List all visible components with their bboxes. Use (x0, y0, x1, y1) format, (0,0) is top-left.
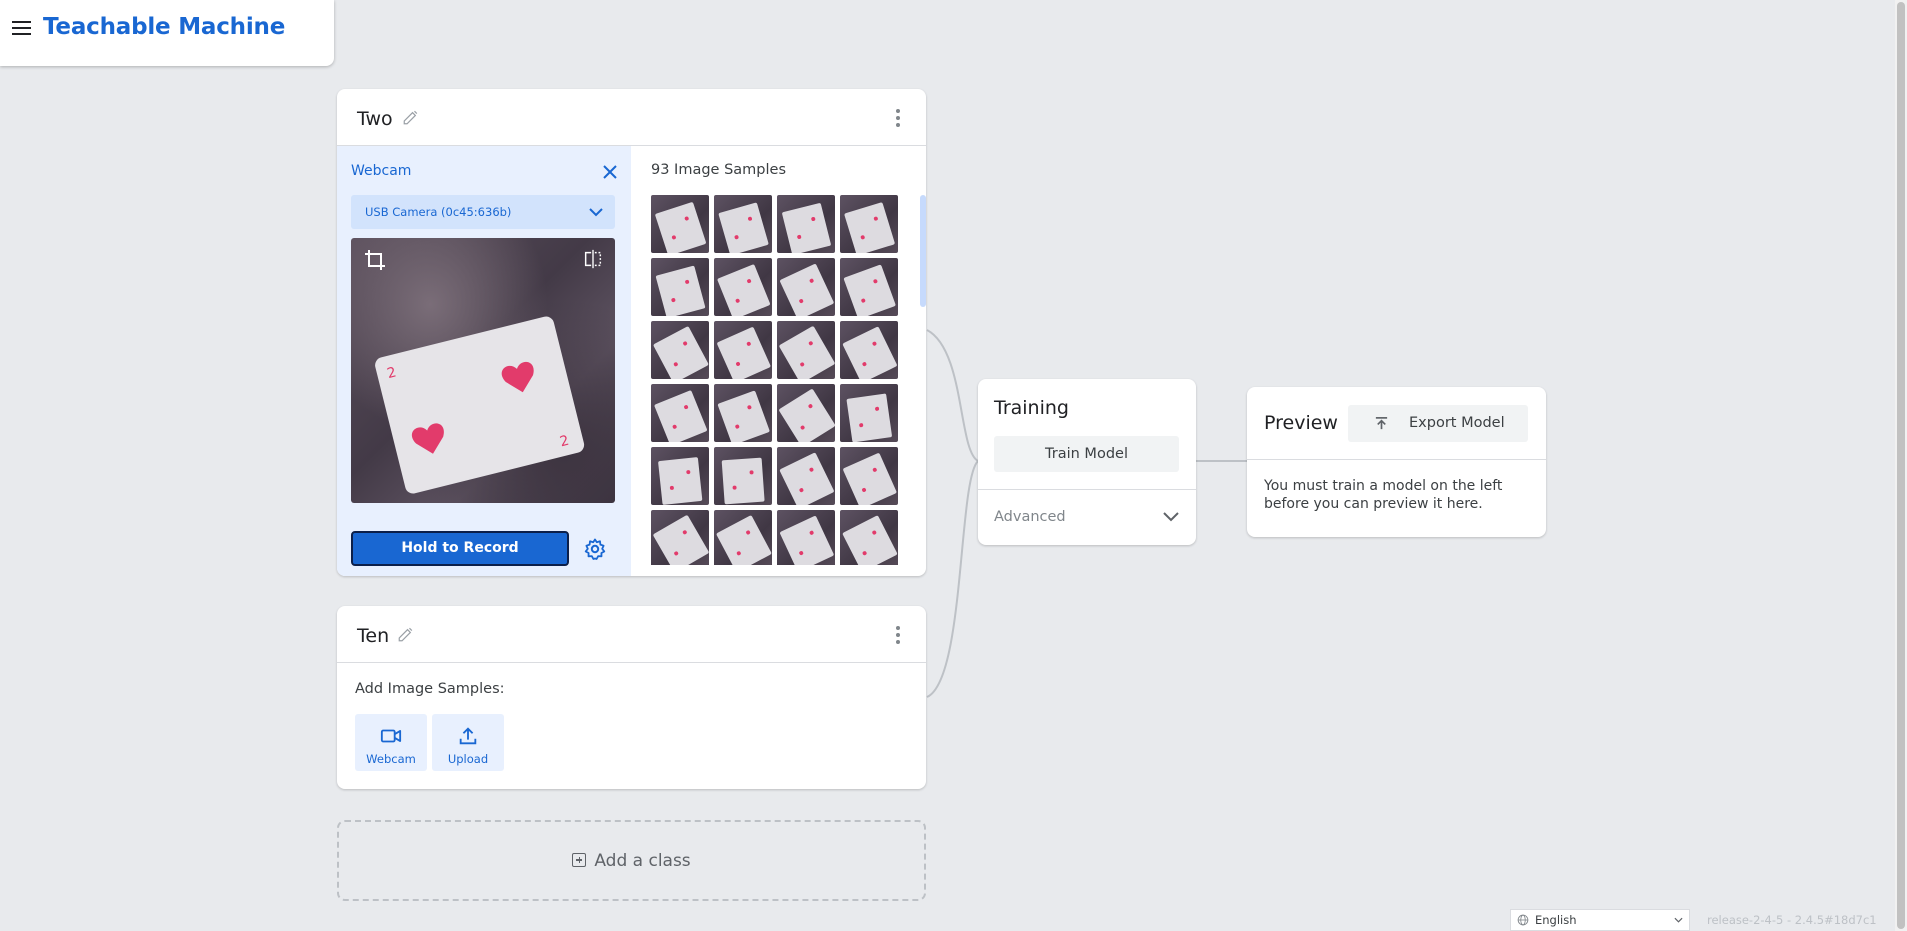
page-scrollbar[interactable] (1895, 0, 1907, 931)
sample-thumbnail[interactable] (840, 195, 898, 253)
more-vert-icon[interactable] (896, 626, 900, 644)
export-model-label: Export Model (1409, 415, 1505, 431)
language-value: English (1535, 913, 1577, 927)
crop-icon[interactable] (363, 248, 387, 272)
more-vert-icon[interactable] (896, 109, 900, 127)
training-title: Training (994, 397, 1069, 419)
chevron-down-icon (589, 208, 603, 217)
sample-thumbnail[interactable] (840, 384, 898, 442)
sample-thumbnail[interactable] (840, 447, 898, 505)
add-box-icon (572, 853, 587, 867)
add-samples-label: Add Image Samples: (355, 681, 505, 697)
sample-thumbnail[interactable] (777, 258, 835, 316)
webcam-preview: 2 2 (351, 238, 615, 503)
sample-thumbnail[interactable] (651, 447, 709, 505)
sample-thumbnail[interactable] (777, 447, 835, 505)
webcam-button-label: Webcam (366, 752, 416, 766)
hold-to-record-button[interactable]: Hold to Record (351, 531, 569, 566)
samples-count: 93 Image Samples (651, 162, 787, 178)
version-label: release-2-4-5 - 2.4.5#18d7c1 (1707, 913, 1877, 927)
sample-thumbnail[interactable] (777, 195, 835, 253)
flip-icon[interactable] (582, 248, 604, 270)
sample-thumbnail[interactable] (840, 258, 898, 316)
training-card: Training Train Model Advanced (978, 379, 1196, 545)
advanced-toggle[interactable]: Advanced (978, 490, 1196, 545)
sample-thumbnail[interactable] (651, 510, 709, 565)
sample-thumbnail[interactable] (714, 258, 772, 316)
export-icon (1375, 417, 1388, 430)
sample-thumbnail[interactable] (714, 510, 772, 565)
app-header: Teachable Machine (0, 0, 334, 66)
class-header: Ten (337, 606, 926, 663)
webcam-panel: Webcam USB Camera (0c45:636b) 2 2 Hold t… (337, 146, 631, 576)
upload-icon (459, 727, 477, 745)
sample-thumbnail[interactable] (651, 321, 709, 379)
webcam-icon (380, 729, 402, 743)
close-icon[interactable] (602, 164, 618, 180)
playing-card-image: 2 2 (375, 316, 585, 494)
preview-message: You must train a model on the left befor… (1264, 478, 1503, 512)
chevron-down-icon (1674, 917, 1683, 923)
samples-grid (651, 195, 899, 565)
globe-icon (1517, 914, 1529, 926)
class-name[interactable]: Two (357, 108, 393, 130)
sample-thumbnail[interactable] (777, 384, 835, 442)
webcam-button[interactable]: Webcam (355, 714, 427, 771)
samples-scrollbar[interactable] (920, 195, 926, 565)
app-title[interactable]: Teachable Machine (43, 14, 285, 40)
webcam-title: Webcam (351, 163, 412, 179)
gear-icon[interactable] (583, 537, 607, 561)
sample-thumbnail[interactable] (777, 321, 835, 379)
train-model-button[interactable]: Train Model (994, 436, 1179, 472)
chevron-down-icon (1163, 512, 1179, 522)
pencil-icon[interactable] (402, 108, 420, 126)
export-model-button[interactable]: Export Model (1348, 405, 1528, 442)
divider (1247, 459, 1546, 460)
sample-thumbnail[interactable] (840, 321, 898, 379)
sample-thumbnail[interactable] (714, 384, 772, 442)
upload-button[interactable]: Upload (432, 714, 504, 771)
advanced-label: Advanced (994, 509, 1066, 525)
add-class-label: Add a class (594, 851, 691, 871)
add-class-button[interactable]: Add a class (337, 820, 926, 901)
camera-select-value: USB Camera (0c45:636b) (365, 205, 512, 219)
preview-card: Preview Export Model You must train a mo… (1247, 387, 1546, 537)
menu-icon[interactable] (12, 21, 31, 37)
class-card-two: Two Webcam USB Camera (0c45:636b) 2 2 Ho… (337, 89, 926, 576)
connector-lines (926, 329, 1247, 698)
sample-thumbnail[interactable] (651, 384, 709, 442)
sample-thumbnail[interactable] (714, 321, 772, 379)
sample-thumbnail[interactable] (651, 195, 709, 253)
samples-scroll-thumb[interactable] (920, 195, 926, 307)
sample-thumbnail[interactable] (714, 195, 772, 253)
sample-thumbnail[interactable] (714, 447, 772, 505)
class-name[interactable]: Ten (357, 625, 389, 647)
upload-button-label: Upload (447, 752, 489, 766)
page-scroll-thumb[interactable] (1897, 2, 1905, 929)
sample-thumbnail[interactable] (840, 510, 898, 565)
class-header: Two (337, 89, 926, 146)
preview-title: Preview (1264, 412, 1338, 434)
language-select[interactable]: English (1510, 909, 1690, 931)
pencil-icon[interactable] (397, 625, 415, 643)
class-card-ten: Ten Add Image Samples: Webcam Upload (337, 606, 926, 789)
camera-select[interactable]: USB Camera (0c45:636b) (351, 195, 615, 229)
sample-thumbnail[interactable] (651, 258, 709, 316)
sample-thumbnail[interactable] (777, 510, 835, 565)
